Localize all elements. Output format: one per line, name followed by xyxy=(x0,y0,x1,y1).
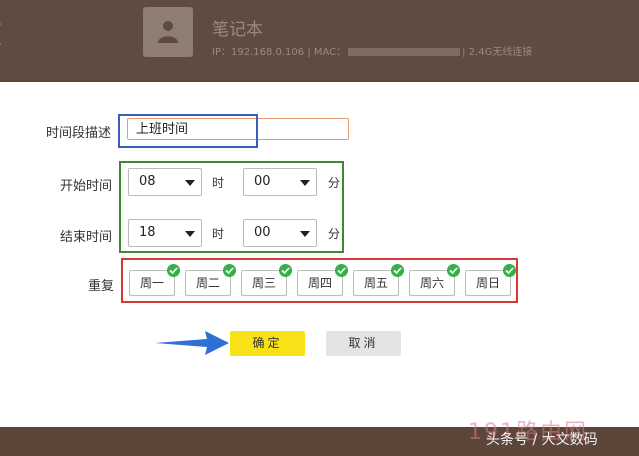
confirm-button[interactable]: 确定 xyxy=(230,331,305,356)
end-time-label: 结束时间 xyxy=(60,230,113,245)
red-highlight-box xyxy=(121,258,518,303)
device-ip: IP：192.168.0.106 | MAC： xyxy=(212,47,347,58)
cancel-button[interactable]: 取消 xyxy=(326,331,401,356)
device-connection: | 2.4G无线连接 xyxy=(462,47,533,58)
device-info: IP：192.168.0.106 | MAC： | 2.4G无线连接 xyxy=(212,43,532,58)
device-name: 笔记本 xyxy=(212,20,263,40)
arrow-pointer-icon xyxy=(155,331,229,355)
start-time-label: 开始时间 xyxy=(60,179,113,194)
device-header: 笔记本 IP：192.168.0.106 | MAC： | 2.4G无线连接 xyxy=(0,0,639,80)
mac-redacted xyxy=(348,48,461,56)
blue-highlight-box xyxy=(118,114,258,148)
source-tag: 头条号 / 大文数码 xyxy=(486,432,598,448)
green-highlight-box xyxy=(119,161,344,253)
repeat-label: 重复 xyxy=(88,279,115,294)
user-icon xyxy=(158,21,178,43)
desc-label: 时间段描述 xyxy=(46,126,112,141)
device-avatar xyxy=(143,7,193,57)
back-arrow-icon[interactable] xyxy=(0,22,12,46)
